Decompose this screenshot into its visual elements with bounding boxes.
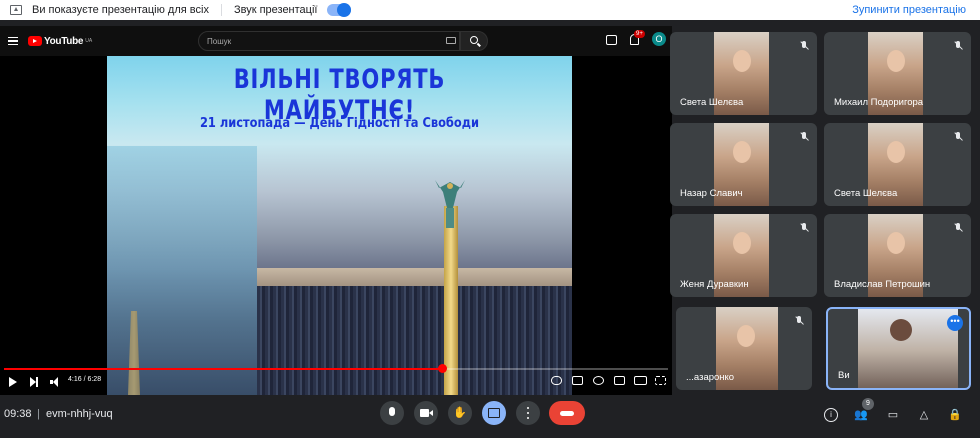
slide-subtitle: 21 листопада — День Гідності та Свободи bbox=[199, 116, 480, 131]
stop-presenting-button[interactable]: Зупинити презентацію bbox=[852, 4, 966, 16]
host-controls-icon[interactable]: 🔒 bbox=[948, 408, 962, 422]
shared-screen: YouTube UA Пошук 9+ О ВІЛЬНІ ТВОРЯТЬ МАЙ… bbox=[0, 26, 672, 395]
youtube-header: YouTube UA Пошук 9+ О bbox=[0, 26, 672, 56]
meeting-details-icon[interactable]: i bbox=[824, 408, 838, 422]
camera-button[interactable] bbox=[414, 401, 438, 425]
participant-face bbox=[887, 141, 905, 163]
presenting-status-text: Ви показуєте презентацію для всіх bbox=[32, 4, 209, 16]
meeting-controls-bar: 09:38 | evm-nhhj-vuq ✋ i 👥 9 ▭ △ 🔒 bbox=[0, 398, 980, 438]
present-button[interactable] bbox=[482, 401, 506, 425]
youtube-search-input[interactable]: Пошук bbox=[198, 31, 460, 51]
leave-call-button[interactable] bbox=[549, 401, 585, 425]
camera-icon bbox=[420, 409, 433, 417]
raise-hand-button[interactable]: ✋ bbox=[448, 401, 472, 425]
settings-icon[interactable] bbox=[593, 376, 604, 385]
participant-face bbox=[733, 141, 751, 163]
search-icon bbox=[470, 36, 478, 44]
mic-off-icon bbox=[799, 223, 809, 233]
more-options-icon[interactable]: ••• bbox=[947, 315, 963, 331]
mic-off-icon bbox=[799, 132, 809, 142]
youtube-logo-text: YouTube bbox=[44, 35, 84, 47]
notifications-badge: 9+ bbox=[634, 30, 645, 38]
meeting-code: evm-nhhj-vuq bbox=[46, 408, 113, 420]
account-avatar[interactable]: О bbox=[652, 32, 666, 46]
mic-off-icon bbox=[953, 132, 963, 142]
statue-image bbox=[435, 180, 465, 228]
divider: | bbox=[37, 408, 40, 420]
chat-icon[interactable]: ▭ bbox=[886, 408, 900, 422]
mic-off-icon bbox=[953, 223, 963, 233]
next-icon[interactable] bbox=[30, 377, 38, 387]
video-time: 4:16 / 6:28 bbox=[68, 376, 102, 383]
presenting-bar: Ви показуєте презентацію для всіх Звук п… bbox=[0, 0, 980, 20]
sound-label: Звук презентації bbox=[233, 4, 318, 16]
self-tile[interactable]: ••• Ви bbox=[826, 307, 971, 390]
participant-tile[interactable]: Назар Славич bbox=[670, 123, 817, 206]
menu-icon[interactable] bbox=[8, 35, 18, 48]
activities-icon[interactable]: △ bbox=[917, 408, 931, 422]
participant-face bbox=[887, 50, 905, 72]
end-call-icon bbox=[560, 411, 574, 416]
player-controls: 4:16 / 6:28 bbox=[0, 364, 672, 395]
miniplayer-icon[interactable] bbox=[614, 376, 625, 385]
participant-face bbox=[887, 232, 905, 254]
mic-off-icon bbox=[794, 316, 804, 326]
divider bbox=[220, 4, 222, 16]
participant-face bbox=[733, 50, 751, 72]
more-options-button[interactable] bbox=[516, 401, 540, 425]
progress-scrubber[interactable] bbox=[438, 364, 448, 373]
participant-name: Назар Славич bbox=[680, 188, 743, 199]
youtube-logo[interactable]: YouTube UA bbox=[28, 36, 92, 47]
play-icon[interactable] bbox=[9, 377, 17, 387]
participant-name: Михаил Подоригора bbox=[834, 97, 924, 108]
participant-tile[interactable]: Женя Дуравкин bbox=[670, 214, 817, 297]
presentation-sound-toggle[interactable] bbox=[327, 3, 352, 17]
microphone-icon bbox=[389, 407, 395, 416]
meeting-clock: 09:38 bbox=[4, 408, 32, 420]
participant-tile[interactable]: Владислав Петрошин bbox=[824, 214, 971, 297]
participant-tile[interactable]: Света Шелєва bbox=[670, 32, 817, 115]
keyboard-icon[interactable] bbox=[446, 37, 456, 44]
participant-tile[interactable]: Михаил Подоригора bbox=[824, 32, 971, 115]
participant-name: Женя Дуравкин bbox=[680, 279, 749, 290]
progress-bar[interactable] bbox=[4, 364, 668, 373]
fullscreen-icon[interactable] bbox=[655, 376, 666, 385]
mic-off-icon bbox=[799, 41, 809, 51]
participant-name: Света Шелєва bbox=[834, 188, 898, 199]
youtube-play-icon bbox=[28, 36, 42, 46]
participant-face bbox=[733, 232, 751, 254]
participant-name: Света Шелєва bbox=[680, 97, 744, 108]
hand-icon: ✋ bbox=[453, 407, 467, 419]
microphone-button[interactable] bbox=[380, 401, 404, 425]
autoplay-icon[interactable] bbox=[551, 376, 562, 385]
youtube-search-button[interactable] bbox=[460, 31, 488, 51]
present-screen-icon bbox=[10, 5, 22, 15]
participant-tile[interactable]: Света Шелєва bbox=[824, 123, 971, 206]
mic-off-icon bbox=[953, 41, 963, 51]
participant-name: Ви bbox=[838, 370, 850, 381]
theater-mode-icon[interactable] bbox=[634, 376, 647, 385]
create-video-icon[interactable] bbox=[606, 35, 617, 45]
present-screen-icon bbox=[488, 408, 500, 418]
progress-fill bbox=[4, 368, 443, 370]
participant-tile[interactable]: ...азаронко bbox=[676, 307, 812, 390]
self-face bbox=[890, 319, 912, 341]
people-icon[interactable]: 👥 bbox=[854, 408, 868, 422]
subtitles-icon[interactable] bbox=[572, 376, 583, 385]
participant-face bbox=[737, 325, 755, 347]
volume-icon[interactable] bbox=[50, 377, 60, 387]
more-vert-icon bbox=[527, 407, 529, 409]
video-frame[interactable]: ВІЛЬНІ ТВОРЯТЬ МАЙБУТНЄ! 21 листопада — … bbox=[107, 56, 572, 395]
participant-name: Владислав Петрошин bbox=[834, 279, 931, 290]
people-count-badge: 9 bbox=[862, 398, 874, 410]
participant-name: ...азаронко bbox=[686, 372, 735, 383]
youtube-region: UA bbox=[85, 38, 93, 44]
